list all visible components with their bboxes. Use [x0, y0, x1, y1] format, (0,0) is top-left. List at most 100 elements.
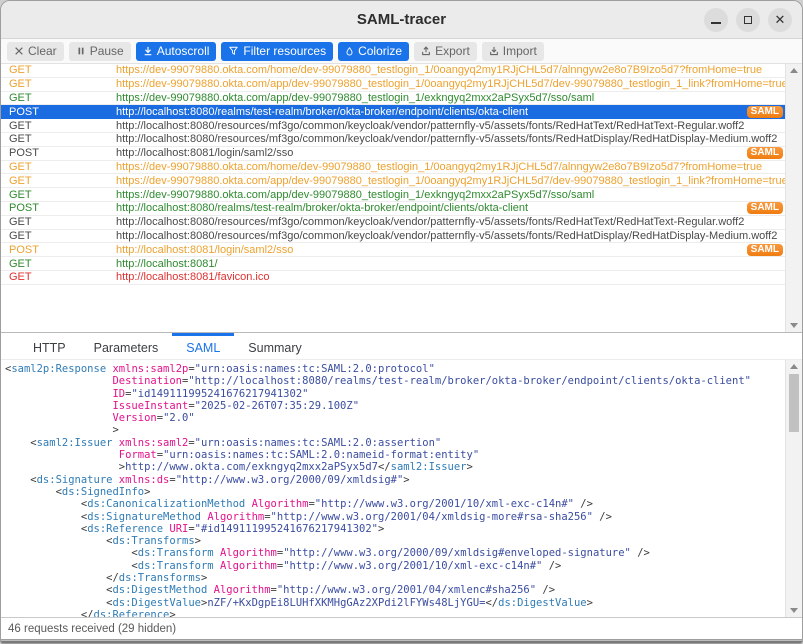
xml-line: <ds:DigestValue>nZF/+KxDgpEi8LUHfXKMHgGA…: [5, 597, 785, 609]
request-row[interactable]: GEThttp://localhost:8080/resources/mf3go…: [1, 230, 785, 244]
request-row[interactable]: GEThttp://localhost:8081/: [1, 257, 785, 271]
title-bar: SAML-tracer ✕: [1, 1, 802, 39]
request-url: https://dev-99079880.okta.com/home/dev-9…: [116, 161, 785, 173]
request-row[interactable]: POSThttp://localhost:8080/realms/test-re…: [1, 105, 785, 119]
xml-line: <ds:DigestMethod Algorithm="http://www.w…: [5, 584, 785, 596]
request-method: GET: [1, 189, 116, 201]
status-text: 46 requests received (29 hidden): [8, 623, 176, 635]
request-method: GET: [1, 133, 116, 145]
request-row[interactable]: GEThttp://localhost:8080/resources/mf3go…: [1, 133, 785, 147]
close-button[interactable]: ✕: [768, 8, 792, 32]
request-method: POST: [1, 147, 116, 159]
request-row[interactable]: GEThttp://localhost:8081/favicon.ico: [1, 271, 785, 285]
request-method: GET: [1, 64, 116, 76]
detail-scrollbar[interactable]: [785, 360, 802, 617]
clear-button[interactable]: Clear: [7, 42, 64, 61]
xml-line: <ds:SignedInfo>: [5, 486, 785, 498]
xml-line: <saml2p:Response xmlns:saml2p="urn:oasis…: [5, 363, 785, 375]
request-row[interactable]: GEThttp://localhost:8080/resources/mf3go…: [1, 119, 785, 133]
xml-line: Format="urn:oasis:names:tc:SAML:2.0:name…: [5, 449, 785, 461]
button-label: Autoscroll: [157, 44, 210, 58]
request-url: http://localhost:8080/resources/mf3go/co…: [116, 133, 785, 145]
tab-http[interactable]: HTTP: [19, 333, 80, 359]
button-label: Filter resources: [243, 44, 326, 58]
maximize-button[interactable]: [736, 8, 760, 32]
request-url: https://dev-99079880.okta.com/home/dev-9…: [116, 64, 785, 76]
xml-line: <ds:Transforms>: [5, 535, 785, 547]
export-icon: [421, 46, 431, 56]
minimize-button[interactable]: [704, 8, 728, 32]
saml-badge: SAML: [747, 106, 783, 118]
window-bottom-frame: [1, 639, 802, 643]
tab-parameters[interactable]: Parameters: [80, 333, 173, 359]
request-url: http://localhost:8080/resources/mf3go/co…: [116, 230, 785, 242]
request-method: POST: [1, 106, 116, 118]
request-method: POST: [1, 202, 116, 214]
request-row[interactable]: GEThttps://dev-99079880.okta.com/home/de…: [1, 161, 785, 175]
request-list-panel: GEThttps://dev-99079880.okta.com/home/de…: [1, 64, 802, 333]
xml-line: <ds:Transform Algorithm="http://www.w3.o…: [5, 560, 785, 572]
request-method: GET: [1, 216, 116, 228]
xml-line: <ds:Transform Algorithm="http://www.w3.o…: [5, 547, 785, 559]
import-icon: [489, 46, 499, 56]
request-row[interactable]: GEThttp://localhost:8080/resources/mf3go…: [1, 216, 785, 230]
xml-line: <ds:Signature xmlns:ds="http://www.w3.or…: [5, 474, 785, 486]
xml-line: <ds:SignatureMethod Algorithm="http://ww…: [5, 511, 785, 523]
request-url: http://localhost:8081/login/saml2/sso: [116, 147, 747, 159]
detail-tabbar: HTTPParametersSAMLSummary: [1, 333, 802, 360]
xml-line: <saml2:Issuer xmlns:saml2="urn:oasis:nam…: [5, 437, 785, 449]
autoscroll-icon: [143, 46, 153, 56]
tab-saml[interactable]: SAML: [172, 333, 234, 359]
scroll-up-arrow[interactable]: [790, 68, 798, 73]
export-button[interactable]: Export: [414, 42, 477, 61]
request-row[interactable]: GEThttps://dev-99079880.okta.com/app/dev…: [1, 78, 785, 92]
scroll-down-arrow[interactable]: [790, 608, 798, 613]
pause-icon: [76, 46, 86, 56]
pause-button[interactable]: Pause: [69, 42, 131, 61]
request-method: GET: [1, 92, 116, 104]
window-controls: ✕: [704, 1, 792, 38]
request-row[interactable]: POSThttp://localhost:8080/realms/test-re…: [1, 202, 785, 216]
import-button[interactable]: Import: [482, 42, 544, 61]
request-url: https://dev-99079880.okta.com/app/dev-99…: [116, 189, 785, 201]
colorize-button[interactable]: Colorize: [338, 42, 409, 61]
request-row[interactable]: GEThttps://dev-99079880.okta.com/app/dev…: [1, 174, 785, 188]
request-row[interactable]: GEThttps://dev-99079880.okta.com/app/dev…: [1, 188, 785, 202]
button-label: Clear: [28, 44, 57, 58]
saml-badge: SAML: [747, 147, 783, 159]
saml-badge: SAML: [747, 244, 783, 256]
request-url: http://localhost:8080/resources/mf3go/co…: [116, 216, 785, 228]
saml-detail-panel: <saml2p:Response xmlns:saml2p="urn:oasis…: [1, 360, 802, 617]
xml-line: Version="2.0": [5, 412, 785, 424]
button-label: Pause: [90, 44, 124, 58]
request-row[interactable]: POSThttp://localhost:8081/login/saml2/ss…: [1, 147, 785, 161]
request-url: http://localhost:8081/login/saml2/sso: [116, 244, 747, 256]
xml-line: <ds:Reference URI="#id149111995241676217…: [5, 523, 785, 535]
request-url: http://localhost:8081/: [116, 258, 785, 270]
saml-badge: SAML: [747, 202, 783, 214]
request-url: http://localhost:8081/favicon.ico: [116, 271, 785, 283]
request-method: GET: [1, 230, 116, 242]
xml-line: >http://www.okta.com/exkngyq2mxx2aPSyx5d…: [5, 461, 785, 473]
window-title: SAML-tracer: [357, 11, 446, 28]
request-row[interactable]: GEThttps://dev-99079880.okta.com/home/de…: [1, 64, 785, 78]
xml-line: IssueInstant="2025-02-26T07:35:29.100Z": [5, 400, 785, 412]
request-row[interactable]: GEThttps://dev-99079880.okta.com/app/dev…: [1, 92, 785, 106]
scroll-up-arrow[interactable]: [790, 364, 798, 369]
scroll-down-arrow[interactable]: [790, 323, 798, 328]
request-method: POST: [1, 244, 116, 256]
request-url: https://dev-99079880.okta.com/app/dev-99…: [116, 78, 785, 90]
request-list-scrollbar[interactable]: [785, 64, 802, 332]
xml-line: Destination="http://localhost:8080/realm…: [5, 375, 785, 387]
filter-resources-button[interactable]: Filter resources: [221, 42, 333, 61]
request-method: GET: [1, 175, 116, 187]
scrollbar-thumb[interactable]: [789, 374, 799, 432]
xml-line: ID="id149111995241676217941302": [5, 388, 785, 400]
button-label: Import: [503, 44, 537, 58]
autoscroll-button[interactable]: Autoscroll: [136, 42, 217, 61]
tab-summary[interactable]: Summary: [234, 333, 315, 359]
request-row[interactable]: POSThttp://localhost:8081/login/saml2/ss…: [1, 243, 785, 257]
request-method: GET: [1, 258, 116, 270]
request-url: http://localhost:8080/realms/test-realm/…: [116, 106, 747, 118]
status-bar: 46 requests received (29 hidden): [1, 617, 802, 639]
